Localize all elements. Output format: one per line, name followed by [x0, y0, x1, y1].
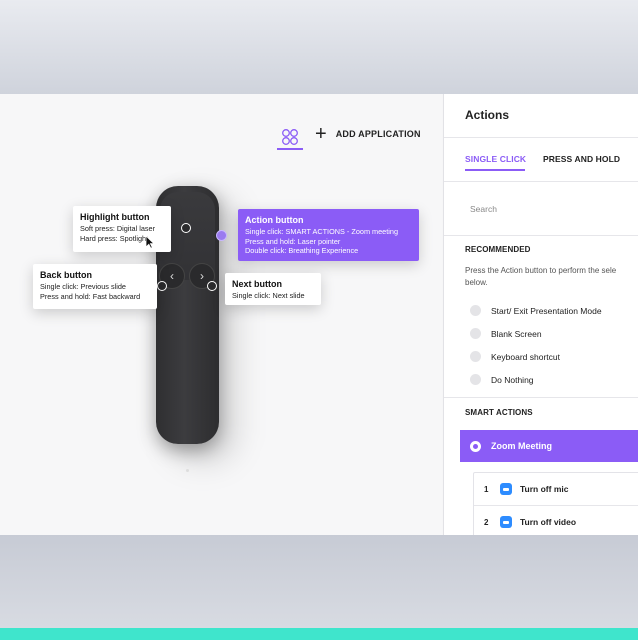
divider	[444, 181, 638, 182]
actions-panel: Actions SINGLE CLICK PRESS AND HOLD Sear…	[443, 94, 638, 535]
step-label: Turn off mic	[520, 484, 569, 494]
step-label: Turn off video	[520, 517, 577, 527]
app-window: + ADD APPLICATION ‹ › Highlight button S…	[0, 94, 638, 535]
callout-title: Action button	[245, 215, 304, 225]
divider	[444, 137, 638, 138]
option-label: Start/ Exit Presentation Mode	[491, 305, 602, 316]
chevron-left-icon: ‹	[170, 269, 174, 283]
device-view: + ADD APPLICATION ‹ › Highlight button S…	[0, 94, 442, 535]
recommended-heading: RECOMMENDED	[465, 245, 531, 254]
add-application-button[interactable]: + ADD APPLICATION	[315, 123, 421, 145]
step-item[interactable]: 2 Turn off video	[474, 506, 638, 535]
applications-grid-button[interactable]	[277, 124, 303, 150]
accent-strip	[0, 628, 638, 640]
smart-action-label: Zoom Meeting	[491, 441, 552, 451]
highlight-button-marker[interactable]	[181, 223, 191, 233]
smart-actions-heading: SMART ACTIONS	[465, 408, 533, 417]
back-button-marker[interactable]	[157, 281, 167, 291]
callout-line: Single click: Next slide	[232, 291, 305, 300]
divider	[444, 397, 638, 398]
action-button-callout[interactable]: Action button Single click: SMART ACTION…	[238, 209, 419, 261]
radio-button[interactable]	[470, 351, 481, 362]
radio-button[interactable]	[470, 328, 481, 339]
option-keyboard-shortcut[interactable]: Keyboard shortcut	[470, 351, 560, 362]
radio-button[interactable]	[470, 374, 481, 385]
callout-line: Press and hold: Fast backward	[40, 291, 141, 301]
tab-single-click[interactable]: SINGLE CLICK	[465, 154, 526, 164]
mouse-cursor-icon	[145, 235, 155, 249]
smart-action-zoom-meeting[interactable]: Zoom Meeting	[460, 430, 638, 462]
option-do-nothing[interactable]: Do Nothing	[470, 374, 534, 385]
background-bottom	[0, 535, 638, 628]
option-label: Do Nothing	[491, 374, 534, 385]
option-start-exit-presentation[interactable]: Start/ Exit Presentation Mode	[470, 305, 602, 316]
chevron-right-icon: ›	[200, 269, 204, 283]
callout-line: Double click: Breathing Experience	[245, 246, 359, 255]
description-line: Press the Action button to perform the s…	[465, 266, 617, 275]
radio-button[interactable]	[470, 305, 481, 316]
back-button-callout[interactable]: Back button Single click: Previous slide…	[33, 264, 157, 309]
next-button-marker[interactable]	[207, 281, 217, 291]
grid-icon	[282, 129, 298, 145]
zoom-icon	[500, 516, 512, 528]
radio-button-selected[interactable]	[470, 440, 481, 452]
zoom-icon	[500, 483, 512, 495]
background-top	[0, 0, 638, 94]
next-button-callout[interactable]: Next button Single click: Next slide	[225, 273, 321, 305]
search-input[interactable]: Search	[470, 204, 497, 214]
callout-line: Single click: Previous slide	[40, 282, 126, 291]
callout-title: Back button	[40, 270, 93, 280]
highlight-button-callout[interactable]: Highlight button Soft press: Digital las…	[73, 206, 171, 252]
active-tab-indicator	[465, 169, 525, 171]
description-line: below.	[465, 278, 488, 287]
option-label: Keyboard shortcut	[491, 351, 560, 362]
smart-action-steps: 1 Turn off mic 2 Turn off video	[473, 472, 638, 535]
add-application-label: ADD APPLICATION	[335, 129, 421, 139]
option-label: Blank Screen	[491, 328, 542, 339]
step-item[interactable]: 1 Turn off mic	[474, 473, 638, 505]
action-button-marker[interactable]	[216, 230, 227, 241]
recommended-description: Press the Action button to perform the s…	[465, 265, 638, 289]
callout-line: Soft press: Digital laser	[80, 224, 156, 233]
tab-press-and-hold[interactable]: PRESS AND HOLD	[543, 154, 620, 164]
applications-tab-indicator	[277, 148, 303, 150]
divider	[444, 235, 638, 236]
callout-title: Highlight button	[80, 212, 150, 222]
callout-title: Next button	[232, 279, 282, 289]
callout-line: Single click: SMART ACTIONS - Zoom meeti…	[245, 227, 399, 236]
option-blank-screen[interactable]: Blank Screen	[470, 328, 542, 339]
step-number: 1	[484, 484, 489, 494]
step-number: 2	[484, 517, 489, 527]
callout-line: Press and hold: Laser pointer	[245, 236, 341, 246]
panel-title: Actions	[465, 108, 510, 122]
remote-led	[186, 469, 189, 472]
plus-icon: +	[315, 123, 327, 145]
